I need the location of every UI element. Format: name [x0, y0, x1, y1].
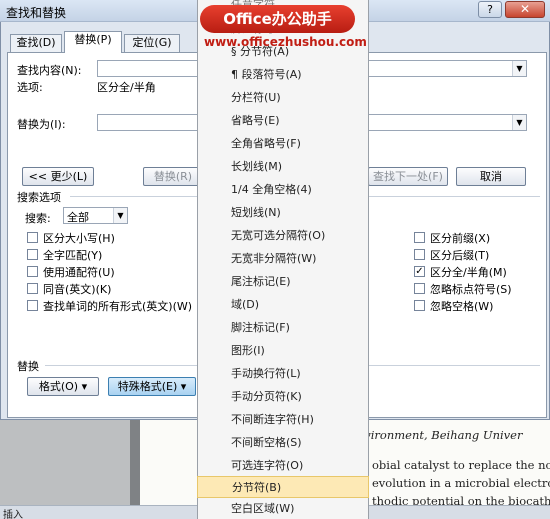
menu-item[interactable]: 空白区域(W) [197, 498, 369, 519]
menu-item[interactable]: 长划线(M) [197, 156, 369, 178]
menu-item[interactable]: ¶ 段落符号(A) [197, 64, 369, 86]
menu-item[interactable]: 不间断连字符(H) [197, 409, 369, 431]
check-icon: ✓ [415, 266, 424, 277]
menu-item[interactable]: 省略号(E) [197, 110, 369, 132]
checkbox-match-width[interactable]: ✓ [414, 266, 425, 277]
menu-item[interactable]: 手动分页符(K) [197, 386, 369, 408]
format-button[interactable]: 格式(O) ▾ [27, 377, 99, 396]
menu-item-section-break[interactable]: 分节符(B) [197, 476, 369, 498]
tab-goto[interactable]: 定位(G) [124, 34, 180, 52]
checkbox-wildcards[interactable] [27, 266, 38, 277]
checkbox-label: 使用通配符(U) [43, 266, 115, 279]
checkbox-match-suffix[interactable] [414, 249, 425, 260]
find-next-button[interactable]: 查找下一处(F) [368, 167, 448, 186]
menu-item[interactable]: 1/4 全角空格(4) [197, 179, 369, 201]
tab-replace[interactable]: 替换(P) [64, 31, 122, 53]
checkbox-ignore-punct[interactable] [414, 283, 425, 294]
replace-button[interactable]: 替换(R) [143, 167, 203, 186]
replace-label: 替换为(I): [17, 118, 66, 131]
checkbox-label: 区分大小写(H) [43, 232, 115, 245]
cancel-button[interactable]: 取消 [456, 167, 526, 186]
menu-item[interactable]: 脚注标记(F) [197, 317, 369, 339]
document-line: evolution in a microbial electro [372, 476, 550, 490]
less-button[interactable]: << 更少(L) [22, 167, 94, 186]
checkbox-label: 忽略空格(W) [430, 300, 494, 313]
menu-item[interactable]: 无宽可选分隔符(O) [197, 225, 369, 247]
checkbox-ignore-space[interactable] [414, 300, 425, 311]
menu-item[interactable]: 可选连字符(O) [197, 455, 369, 477]
dialog-title: 查找和替换 [6, 6, 67, 20]
checkbox-match-prefix[interactable] [414, 232, 425, 243]
menu-item[interactable]: 尾注标记(E) [197, 271, 369, 293]
search-value: 全部 [67, 211, 89, 224]
checkbox-match-case[interactable] [27, 232, 38, 243]
menu-item[interactable]: 无宽非分隔符(W) [197, 248, 369, 270]
find-label: 查找内容(N): [17, 64, 82, 77]
checkbox-label: 区分后缀(T) [430, 249, 490, 262]
checkbox-label: 区分前缀(X) [430, 232, 491, 245]
search-label: 搜索: [25, 212, 51, 225]
menu-item[interactable]: 短划线(N) [197, 202, 369, 224]
tab-find[interactable]: 查找(D) [10, 34, 62, 52]
search-options-label: 搜索选项 [17, 191, 61, 204]
chevron-down-icon[interactable]: ▼ [512, 115, 526, 130]
chevron-down-icon[interactable]: ▼ [113, 208, 127, 223]
checkbox-label: 同音(英文)(K) [43, 283, 112, 296]
checkbox-whole-word[interactable] [27, 249, 38, 260]
checkbox-label: 查找单词的所有形式(英文)(W) [43, 300, 193, 313]
watermark-url: www.officezhushou.com [204, 35, 367, 49]
close-button[interactable]: ✕ [505, 1, 545, 18]
watermark-logo: Office办公助手 [200, 5, 355, 33]
menu-item[interactable]: 域(D) [197, 294, 369, 316]
document-line: obial catalyst to replace the nob [372, 458, 550, 472]
document-margin [0, 420, 130, 505]
replace-section-label: 替换 [17, 360, 39, 373]
help-button[interactable]: ? [478, 1, 502, 18]
menu-item[interactable]: 分栏符(U) [197, 87, 369, 109]
checkbox-sounds-like[interactable] [27, 283, 38, 294]
checkbox-label: 忽略标点符号(S) [430, 283, 512, 296]
status-mode[interactable]: 插入 [3, 506, 23, 519]
checkbox-word-forms[interactable] [27, 300, 38, 311]
menu-item[interactable]: 不间断空格(S) [197, 432, 369, 454]
options-label: 选项: [17, 81, 43, 94]
options-value: 区分全/半角 [97, 81, 156, 94]
special-format-button[interactable]: 特殊格式(E) ▾ [108, 377, 196, 396]
chevron-down-icon[interactable]: ▼ [512, 61, 526, 76]
checkbox-label: 区分全/半角(M) [430, 266, 507, 279]
search-select[interactable]: 全部 ▼ [63, 207, 128, 224]
checkbox-label: 全字匹配(Y) [43, 249, 103, 262]
menu-item[interactable]: 手动换行符(L) [197, 363, 369, 385]
menu-item[interactable]: 全角省略号(F) [197, 133, 369, 155]
menu-item[interactable]: 图形(I) [197, 340, 369, 362]
